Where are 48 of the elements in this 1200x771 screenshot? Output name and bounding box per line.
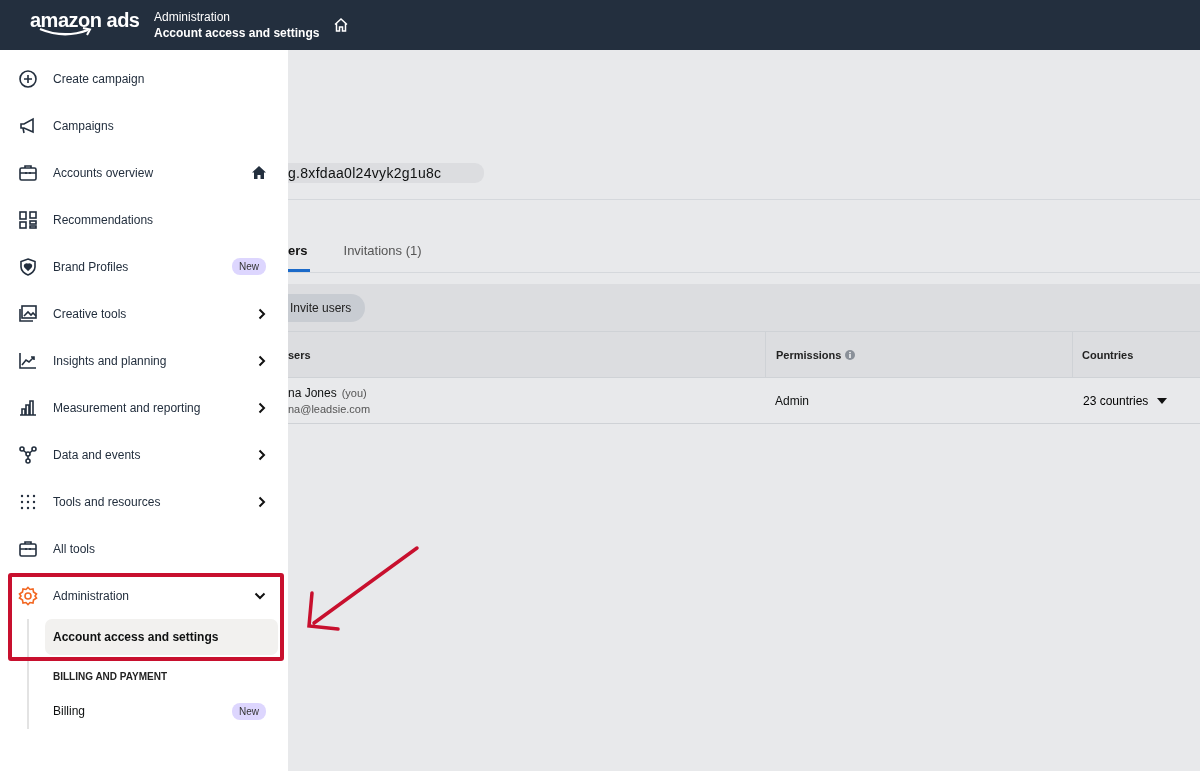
sidebar-item[interactable]: Measurement and reporting bbox=[0, 384, 288, 431]
home-icon bbox=[252, 166, 266, 179]
chevron-right-icon bbox=[258, 354, 266, 367]
invite-users-button[interactable]: Invite users bbox=[288, 293, 366, 322]
page-title: Account access and settings bbox=[154, 26, 320, 40]
sidebar-item[interactable]: Recommendations bbox=[0, 196, 288, 243]
new-badge: New bbox=[232, 258, 266, 275]
user-name: na Jones bbox=[288, 386, 337, 400]
column-header: Permissions bbox=[765, 332, 1072, 377]
section-heading: BILLING AND PAYMENT bbox=[52, 670, 169, 684]
breadcrumb-parent: Administration bbox=[154, 10, 232, 24]
you-label: (you) bbox=[341, 387, 367, 399]
sidebar-item[interactable]: Data and events bbox=[0, 431, 288, 478]
menu-icon bbox=[18, 397, 38, 418]
chevron-right-icon bbox=[258, 448, 266, 461]
column-header: Countries bbox=[1072, 332, 1200, 377]
account-id-field: g.8xfdaa0l24vyk2g1u8c bbox=[288, 163, 484, 183]
sidebar-item[interactable]: Accounts overview bbox=[0, 149, 288, 196]
sidebar-item[interactable]: Insights and planning bbox=[0, 337, 288, 384]
sidebar-item[interactable]: Brand Profiles New bbox=[0, 243, 288, 290]
sidebar-item[interactable]: Tools and resources bbox=[0, 478, 288, 525]
menu-icon bbox=[18, 585, 38, 606]
sidebar-item[interactable]: Create campaign bbox=[0, 55, 288, 102]
chevron-right-icon bbox=[258, 495, 266, 508]
home-icon[interactable] bbox=[333, 17, 350, 33]
menu-icon bbox=[18, 303, 38, 324]
menu-icon bbox=[18, 350, 38, 371]
chevron-right-icon bbox=[258, 307, 266, 320]
menu-icon bbox=[18, 538, 38, 559]
tab[interactable]: Invitations (1) bbox=[343, 243, 422, 272]
caret-icon bbox=[1156, 396, 1169, 405]
sidebar-item[interactable]: Campaigns bbox=[0, 102, 288, 149]
chevron-right-icon bbox=[258, 401, 266, 414]
sidebar-item[interactable]: Administration bbox=[0, 572, 288, 619]
sidebar-subitem[interactable]: Billing New bbox=[45, 693, 278, 729]
menu-icon bbox=[18, 68, 38, 89]
sidebar-item[interactable]: All tools bbox=[0, 525, 288, 572]
menu-icon bbox=[18, 256, 38, 277]
countries-dropdown[interactable]: 23 countries bbox=[1083, 393, 1169, 408]
user-email: na@leadsie.com bbox=[288, 403, 372, 415]
permission-value: Admin bbox=[775, 393, 810, 408]
column-header: sers bbox=[288, 347, 312, 363]
sidebar-subitem[interactable]: Account access and settings bbox=[45, 619, 278, 655]
menu-icon bbox=[18, 162, 38, 183]
menu-icon bbox=[18, 209, 38, 230]
menu-icon bbox=[18, 444, 38, 465]
new-badge: New bbox=[232, 702, 266, 720]
sidebar-item[interactable]: Creative tools bbox=[0, 290, 288, 337]
